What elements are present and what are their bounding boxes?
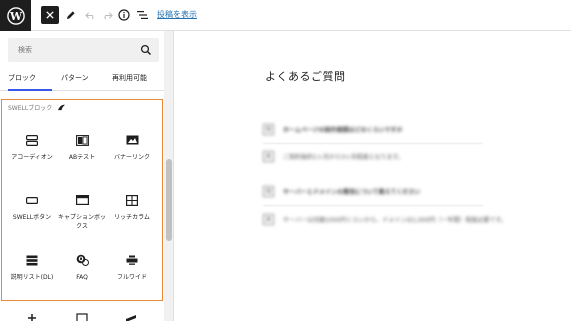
faq-divider (263, 205, 483, 206)
redo-button[interactable] (98, 6, 116, 24)
block-label: キャプションボックス (57, 214, 106, 230)
faq-icon: Q (75, 254, 89, 266)
block-label: SWELLボタン (12, 214, 52, 221)
search-input[interactable]: 検索 (18, 38, 32, 62)
editor-toolbar: W 投稿を表示 (0, 0, 571, 31)
faq-answer-row[interactable]: A サーバーは月額1000円くらいから、ドメインは1,000円（一年間）程度必要… (263, 214, 507, 225)
next-block-icon[interactable] (125, 313, 137, 321)
block-rich-column[interactable]: リッチカラム (106, 194, 158, 222)
faq-a-badge: A (263, 151, 274, 162)
faq-question-text[interactable]: ホームページの制作期間はどのくらいですか (283, 125, 403, 134)
next-block-icon[interactable] (76, 313, 88, 321)
block-swell-button[interactable]: SWELLボタン (6, 194, 58, 222)
full-wide-icon (125, 254, 139, 266)
block-full-wide[interactable]: フルワイド (106, 254, 158, 282)
faq-answer-text[interactable]: ご契約後約1ヶ月から3ヶ月程度となります。 (283, 152, 404, 161)
close-inserter-button[interactable] (41, 6, 59, 24)
search-icon (140, 44, 151, 55)
block-label: バナーリンク (113, 154, 150, 161)
block-ab-test[interactable]: ABテスト (56, 134, 108, 162)
inserter-scrollbar[interactable] (164, 31, 173, 321)
next-block-icon[interactable] (26, 313, 38, 321)
scrollbar-thumb[interactable] (166, 159, 172, 241)
block-caption-box[interactable]: キャプションボックス (56, 194, 108, 231)
block-faq[interactable]: Q FAQ (56, 254, 108, 282)
faq-divider (263, 143, 483, 144)
block-inserter-panel: 検索 ブロック パターン 再利用可能 SWELLブロック アコーディオン ABテ… (0, 31, 174, 321)
view-post-link[interactable]: 投稿を表示 (157, 9, 197, 20)
block-label: 説明リスト(DL) (10, 274, 54, 281)
block-search-field[interactable]: 検索 (8, 38, 159, 62)
info-icon[interactable] (115, 6, 133, 24)
inserter-tabs: ブロック パターン 再利用可能 (0, 69, 173, 91)
faq-question-text[interactable]: サーバーとドメインの費用について教えてください (283, 187, 420, 196)
page-heading[interactable]: よくあるご質問 (265, 68, 346, 84)
faq-a-badge: A (263, 214, 274, 225)
swell-button-icon (25, 194, 39, 206)
faq-q-badge: Q (263, 124, 274, 135)
faq-q-badge: Q (263, 186, 274, 197)
banner-link-icon (125, 134, 139, 146)
tab-patterns[interactable]: パターン (61, 69, 89, 91)
tab-reusable[interactable]: 再利用可能 (112, 69, 147, 91)
block-banner-link[interactable]: バナーリンク (106, 134, 158, 162)
faq-question-row[interactable]: Q サーバーとドメインの費用について教えてください (263, 186, 420, 197)
description-list-icon (25, 254, 39, 266)
svg-text:W: W (8, 10, 22, 23)
caption-box-icon (75, 194, 89, 206)
ab-test-icon (75, 134, 89, 146)
editor-canvas[interactable]: よくあるご質問 Q ホームページの制作期間はどのくらいですか A ご契約後約1ヶ… (175, 31, 571, 321)
block-label: アコーディオン (11, 154, 53, 161)
tab-blocks[interactable]: ブロック (8, 69, 52, 91)
accordion-icon (25, 134, 39, 146)
faq-question-row[interactable]: Q ホームページの制作期間はどのくらいですか (263, 124, 403, 135)
block-accordion[interactable]: アコーディオン (6, 134, 58, 162)
rich-column-icon (125, 194, 139, 206)
faq-answer-row[interactable]: A ご契約後約1ヶ月から3ヶ月程度となります。 (263, 151, 404, 162)
undo-button[interactable] (81, 6, 99, 24)
block-label: ABテスト (68, 154, 96, 161)
faq-answer-text[interactable]: サーバーは月額1000円くらいから、ドメインは1,000円（一年間）程度必要です… (283, 215, 507, 224)
block-label: FAQ (76, 274, 88, 281)
block-description-list[interactable]: 説明リスト(DL) (6, 254, 58, 282)
edit-tool-button[interactable] (61, 6, 79, 24)
list-view-icon[interactable] (134, 6, 152, 24)
wordpress-logo-icon[interactable]: W (0, 0, 31, 31)
block-label: リッチカラム (114, 214, 150, 221)
block-label: フルワイド (116, 274, 147, 281)
